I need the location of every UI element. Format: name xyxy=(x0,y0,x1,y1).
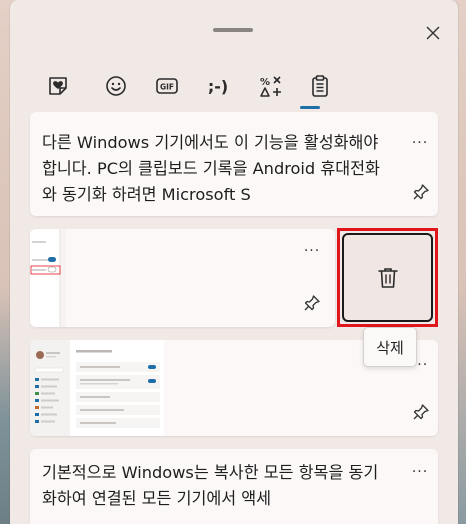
more-options-button[interactable]: ··· xyxy=(408,136,432,154)
active-tab-indicator xyxy=(300,106,320,109)
screenshot-thumbnail xyxy=(30,340,164,436)
clipboard-icon xyxy=(312,75,328,97)
svg-text:%: % xyxy=(260,77,270,88)
screenshot-thumbnail xyxy=(30,229,66,327)
category-tabs: GIF ;-) % xyxy=(34,66,334,106)
emoji-clipboard-panel: GIF ;-) % 다른 Windows 기기에서도 이 기능을 활성화해야 합… xyxy=(10,0,458,524)
pin-icon xyxy=(413,184,429,200)
clipboard-item-text[interactable]: 기본적으로 Windows는 복사한 모든 항목을 동기화하여 연결된 모든 기… xyxy=(30,449,438,524)
delete-tooltip: 삭제 xyxy=(363,327,417,367)
tab-kaomoji[interactable]: ;-) xyxy=(200,68,236,104)
tab-gif[interactable]: GIF xyxy=(149,68,185,104)
gif-icon: GIF xyxy=(156,78,178,94)
pin-button[interactable] xyxy=(411,402,431,422)
tab-stickers[interactable] xyxy=(40,68,76,104)
pin-button[interactable] xyxy=(411,182,431,202)
pin-button[interactable] xyxy=(302,293,322,313)
clipboard-item-text-content: 다른 Windows 기기에서도 이 기능을 활성화해야 합니다. PC의 클립… xyxy=(42,133,380,204)
heart-sticker-icon xyxy=(49,77,67,95)
pin-icon xyxy=(413,404,429,420)
clipboard-item-image[interactable]: ··· xyxy=(30,229,335,327)
delete-button[interactable] xyxy=(342,233,433,322)
smiley-icon xyxy=(106,76,126,96)
tab-emoji[interactable] xyxy=(98,68,134,104)
clipboard-item-text[interactable]: 다른 Windows 기기에서도 이 기능을 활성화해야 합니다. PC의 클립… xyxy=(30,112,438,216)
more-options-button[interactable]: ··· xyxy=(408,465,432,483)
trash-icon xyxy=(377,267,398,288)
close-icon xyxy=(426,26,440,40)
close-button[interactable] xyxy=(420,20,446,46)
more-options-button[interactable]: ··· xyxy=(300,244,324,262)
pin-icon xyxy=(304,295,320,311)
kaomoji-icon: ;-) xyxy=(207,76,229,96)
tab-symbols[interactable]: % xyxy=(253,68,289,104)
tab-clipboard[interactable] xyxy=(302,68,338,104)
symbols-icon: % xyxy=(260,76,281,97)
clipboard-item-text-content: 기본적으로 Windows는 복사한 모든 항목을 동기화하여 연결된 모든 기… xyxy=(42,463,379,508)
svg-text:GIF: GIF xyxy=(160,83,174,92)
drag-handle[interactable] xyxy=(213,28,253,32)
